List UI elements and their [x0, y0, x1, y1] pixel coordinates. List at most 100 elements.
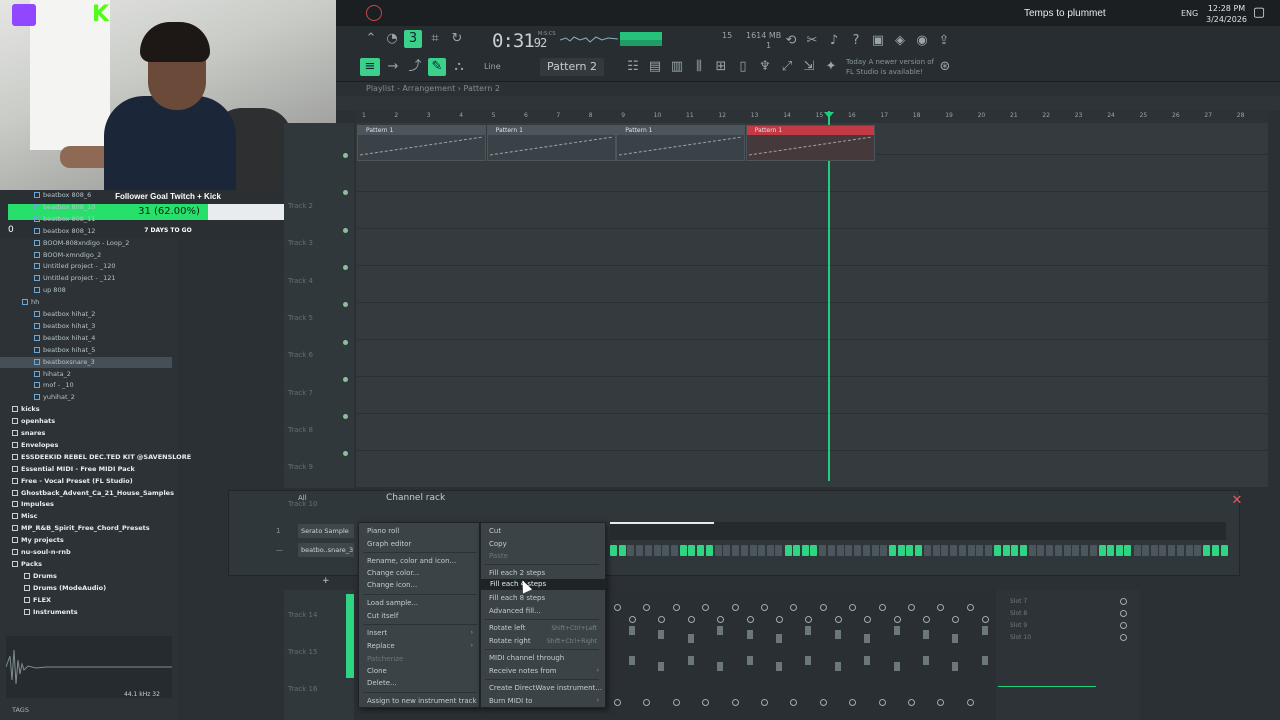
playhead[interactable] — [828, 111, 830, 481]
step-button[interactable] — [932, 545, 940, 556]
context-menu-item[interactable]: Piano roll — [367, 527, 399, 535]
pattern-clip[interactable]: Pattern 1 — [357, 125, 486, 161]
browser-item[interactable]: beatbox 808_10 — [0, 202, 172, 213]
browser-item[interactable]: Essential MIDI - Free MIDI Pack — [0, 464, 172, 475]
browser-item[interactable]: up 808 — [0, 285, 172, 296]
snap-select[interactable]: Line — [484, 62, 501, 71]
volume-fader[interactable] — [658, 630, 665, 639]
step-button[interactable] — [1220, 545, 1228, 556]
channel-name-snare[interactable]: beatbo..snare_3 — [298, 543, 354, 557]
add-channel-button[interactable]: + — [322, 576, 330, 586]
step-button[interactable] — [967, 545, 975, 556]
browser-item[interactable]: hihata_2 — [0, 369, 172, 380]
volume-fader[interactable] — [952, 634, 959, 643]
step-button[interactable] — [845, 545, 853, 556]
step-button[interactable] — [1177, 545, 1184, 556]
playlist-grid[interactable] — [356, 123, 1268, 488]
context-menu-item[interactable]: Insert — [367, 629, 387, 637]
step-button[interactable] — [897, 545, 905, 556]
fl-logo-icon[interactable] — [366, 5, 382, 21]
browser-item[interactable]: BOOM-808xndigo - Loop_2 — [0, 238, 172, 249]
step-button[interactable] — [924, 545, 932, 556]
context-menu-item[interactable]: Delete... — [367, 679, 397, 687]
pan-knob[interactable] — [746, 616, 754, 623]
browser-item[interactable]: beatbox hihat_3 — [0, 321, 172, 332]
step-button[interactable] — [1142, 545, 1150, 556]
pan-knob[interactable] — [614, 604, 621, 611]
sample-waveform-preview[interactable] — [5, 636, 172, 698]
step-button[interactable] — [1115, 545, 1123, 556]
volume-fader[interactable] — [893, 626, 900, 635]
volume-fader[interactable] — [687, 656, 694, 665]
context-menu-item[interactable]: Fill each 4 steps — [481, 579, 605, 590]
step-button[interactable] — [697, 545, 704, 556]
step-button[interactable] — [1211, 545, 1219, 556]
step-button[interactable] — [1063, 545, 1071, 556]
context-menu-item[interactable]: Burn MIDI to — [489, 697, 532, 705]
step-button[interactable] — [1037, 545, 1045, 556]
browser-item[interactable]: Ghostback_Advent_Ca_21_House_Samples — [0, 488, 174, 499]
browser-item[interactable]: openhats — [0, 416, 172, 427]
channel-name-serato[interactable]: Serato Sample — [298, 524, 354, 538]
browser-item[interactable]: beatbox hihat_5 — [0, 345, 172, 356]
step-button[interactable] — [1080, 545, 1088, 556]
track-label[interactable]: Track 6 — [288, 351, 313, 359]
volume-fader[interactable] — [658, 662, 665, 671]
step-button[interactable] — [984, 545, 992, 556]
context-menu-item[interactable]: Clone — [367, 667, 387, 675]
chat-icon[interactable]: ◉ — [913, 32, 931, 50]
browser-item[interactable]: MP_R&B_Spirit_Free_Chord_Presets — [0, 523, 172, 534]
volume-fader[interactable] — [629, 656, 635, 665]
mixer-slot[interactable]: Slot 10 — [1010, 634, 1031, 641]
track-label[interactable]: Track 4 — [288, 277, 313, 285]
browser-item[interactable]: FLEX — [0, 595, 172, 606]
step-button[interactable] — [993, 545, 1001, 556]
send-knob[interactable] — [908, 699, 915, 706]
step-button[interactable] — [941, 545, 949, 556]
step-button[interactable] — [1185, 545, 1193, 556]
step-button[interactable] — [793, 545, 801, 556]
context-menu-item[interactable]: Replace — [367, 642, 395, 650]
send-knob[interactable] — [966, 699, 974, 706]
send-knob[interactable] — [761, 699, 768, 706]
volume-fader[interactable] — [717, 626, 724, 635]
mixer-slot[interactable]: Slot 8 — [1010, 610, 1027, 617]
browser-item[interactable]: My projects — [0, 535, 172, 546]
pattern-clip[interactable]: Pattern 1 — [745, 125, 875, 161]
send-knob[interactable] — [878, 699, 886, 706]
browser-item[interactable]: Impulses — [0, 499, 172, 510]
context-menu-item[interactable]: Rename, color and icon... — [367, 557, 456, 565]
context-menu-item[interactable]: Graph editor — [367, 540, 411, 548]
tags-label[interactable]: TAGS — [12, 706, 29, 714]
track-label[interactable]: Track 8 — [288, 426, 313, 434]
channel-rack-icon[interactable]: ▤ — [646, 58, 664, 76]
volume-fader[interactable] — [893, 662, 900, 671]
browser-item[interactable]: kicks — [0, 404, 172, 415]
news-icon[interactable]: ⊛ — [936, 58, 954, 76]
step-button[interactable] — [880, 545, 888, 556]
step-button[interactable] — [1089, 545, 1097, 556]
mixer-slot[interactable]: Slot 7 — [1010, 598, 1027, 605]
volume-fader[interactable] — [864, 656, 871, 665]
browser-item[interactable]: snares — [0, 428, 172, 439]
mixer-icon[interactable]: ☷ — [624, 58, 642, 76]
step-button[interactable] — [705, 545, 713, 556]
browser-icon[interactable]: ⫼ — [690, 58, 708, 76]
step-button[interactable] — [819, 545, 827, 556]
browser-item[interactable]: yuhihat_2 — [0, 392, 172, 403]
pan-knob[interactable] — [966, 604, 974, 611]
browser-item[interactable]: BOOM-xmndigo_2 — [0, 250, 172, 261]
browser-item[interactable]: ESSDEEKID REBEL DEC.TED KIT @SAVENSLORE — [0, 452, 191, 463]
pan-knob[interactable] — [629, 616, 636, 623]
step-button[interactable] — [1002, 545, 1010, 556]
send-knob[interactable] — [819, 699, 827, 706]
step-button[interactable] — [670, 545, 678, 556]
step-button[interactable] — [610, 545, 617, 556]
step-button[interactable] — [1150, 545, 1158, 556]
browser-item[interactable]: nu-soul-n-rnb — [0, 547, 172, 558]
track-mute-dot[interactable] — [343, 264, 348, 270]
step-button[interactable] — [828, 545, 835, 556]
undo-icon[interactable]: ⟲ — [782, 32, 800, 50]
step-button[interactable] — [627, 545, 635, 556]
slot-knob[interactable] — [1120, 598, 1127, 605]
